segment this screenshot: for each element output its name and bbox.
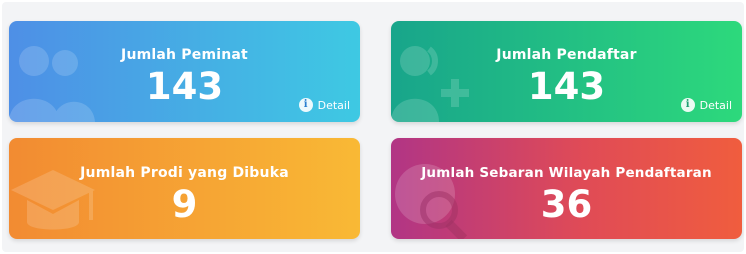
detail-link[interactable]: i Detail [298,98,350,112]
card-jumlah-prodi: Jumlah Prodi yang Dibuka 9 [9,138,360,239]
card-jumlah-pendaftar: Jumlah Pendaftar 143 i Detail [391,21,742,122]
detail-link-label: Detail [699,98,732,112]
dashboard-panel: Jumlah Peminat 143 i Detail Jumlah Penda… [2,2,744,252]
card-value: 9 [171,183,198,226]
card-title: Jumlah Sebaran Wilayah Pendaftaran [421,165,712,181]
detail-link-label: Detail [317,98,350,112]
info-icon: i [680,98,695,112]
detail-link[interactable]: i Detail [680,98,732,112]
card-jumlah-peminat: Jumlah Peminat 143 i Detail [9,21,360,122]
card-title: Jumlah Prodi yang Dibuka [80,165,289,181]
card-title: Jumlah Peminat [121,47,248,63]
card-jumlah-sebaran-wilayah: Jumlah Sebaran Wilayah Pendaftaran 36 [391,138,742,239]
info-icon: i [298,98,313,112]
card-title: Jumlah Pendaftar [496,47,637,63]
card-value: 36 [540,183,593,226]
